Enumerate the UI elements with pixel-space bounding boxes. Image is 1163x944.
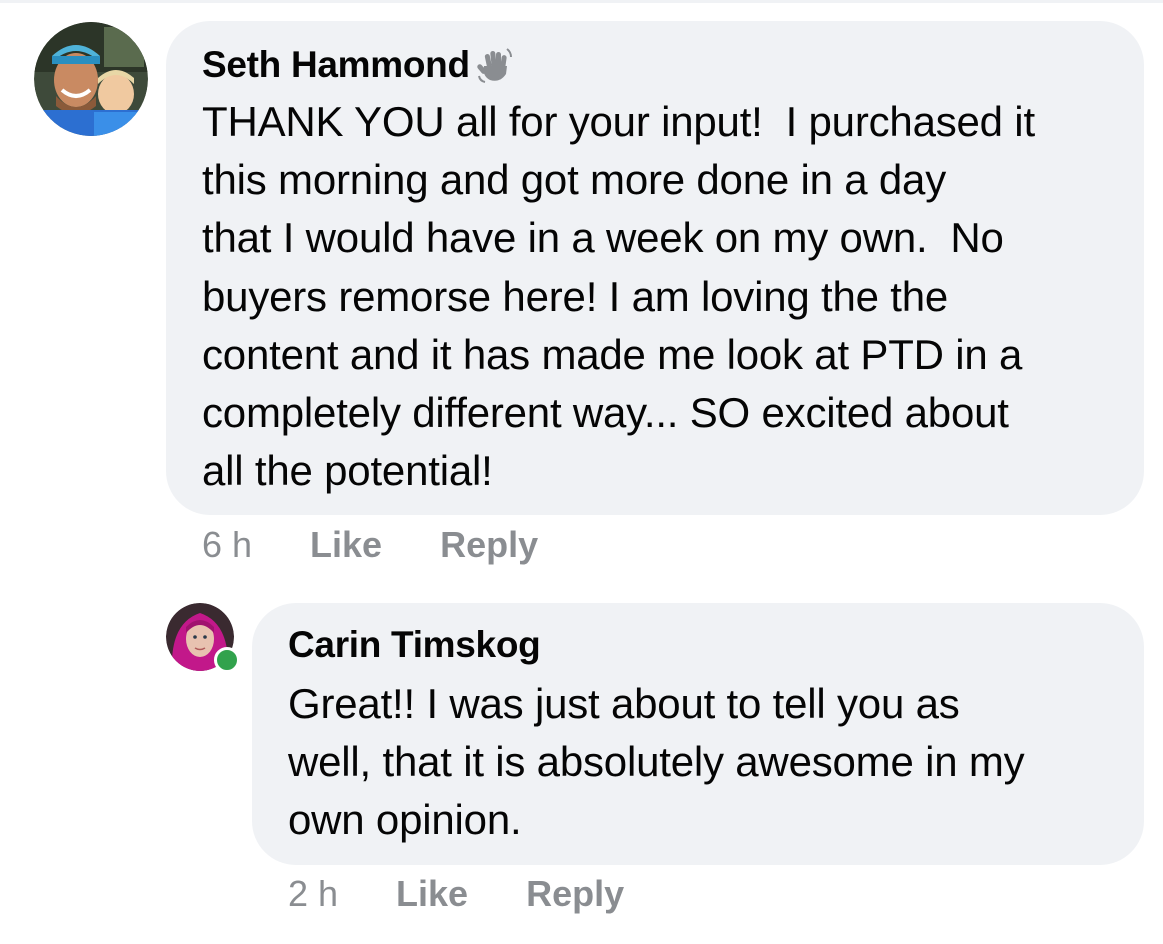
like-button[interactable]: Like (396, 873, 468, 915)
reply-button[interactable]: Reply (526, 873, 624, 915)
comment-text: THANK YOU all for your input! I purchase… (202, 98, 1035, 495)
comment-text: Great!! I was just about to tell you as … (288, 680, 1025, 844)
comment-bubble: Carin Timskog Great!! I was just about t… (252, 603, 1144, 865)
comment-timestamp[interactable]: 2 h (288, 873, 338, 915)
comment-actions: 2 h Like Reply (288, 869, 624, 919)
comment-header: Seth Hammond (202, 43, 1108, 87)
like-button[interactable]: Like (310, 524, 382, 566)
avatar[interactable] (34, 22, 148, 136)
comment-bubble: Seth Hammond THANK YOU all for your inpu… (166, 21, 1144, 515)
online-status-indicator (214, 647, 240, 673)
author-name[interactable]: Seth Hammond (202, 44, 470, 86)
comment-header: Carin Timskog (288, 623, 1108, 667)
author-name[interactable]: Carin Timskog (288, 624, 541, 666)
comment-actions: 6 h Like Reply (202, 520, 538, 570)
reply-button[interactable]: Reply (440, 524, 538, 566)
comment-timestamp[interactable]: 6 h (202, 524, 252, 566)
wave-hand-icon (476, 46, 514, 84)
top-divider (0, 0, 1163, 3)
